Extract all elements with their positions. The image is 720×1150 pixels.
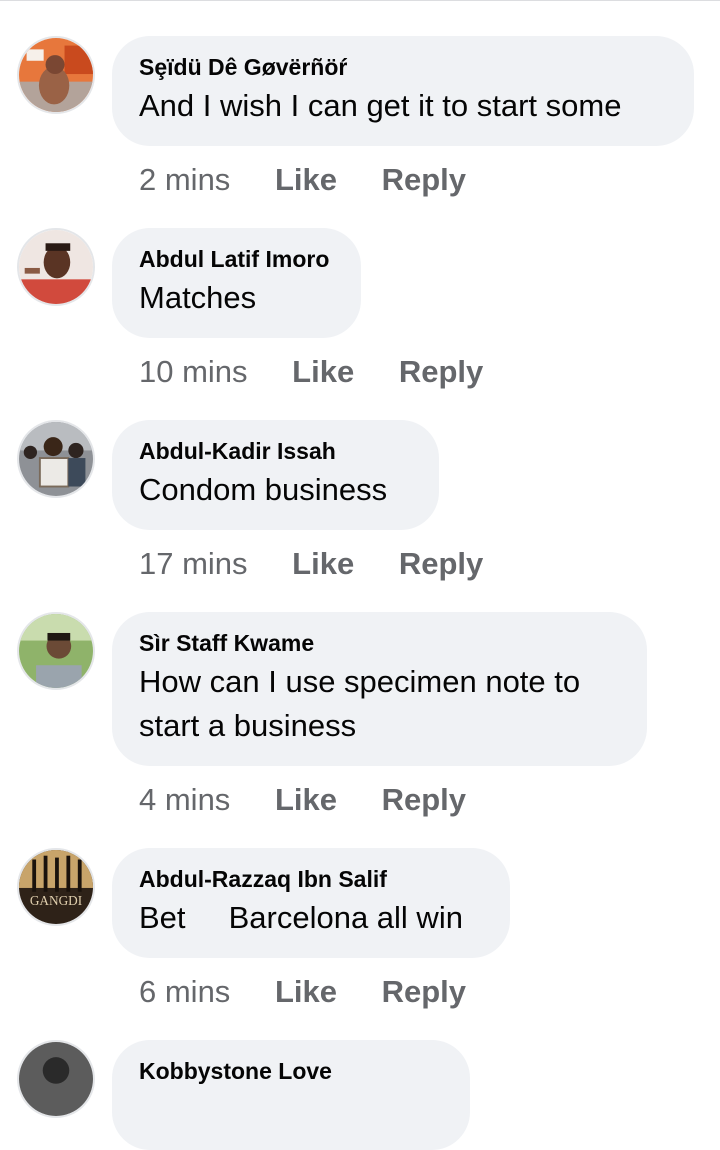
avatar[interactable]	[17, 420, 95, 498]
comment-author[interactable]: Abdul Latif Imoro	[139, 244, 333, 274]
svg-text:GANGDI: GANGDI	[30, 893, 82, 908]
avatar[interactable]	[17, 612, 95, 690]
like-button[interactable]: Like	[275, 162, 337, 198]
comment-timestamp[interactable]: 10 mins	[139, 354, 248, 390]
comment-bubble: Sȩïdü Dê Gøvërñöŕ And I wish I can get i…	[112, 36, 694, 146]
avatar-photo-icon: GANGDI	[19, 850, 93, 924]
avatar[interactable]	[17, 1040, 95, 1118]
like-button[interactable]: Like	[275, 974, 337, 1010]
like-button[interactable]: Like	[292, 354, 354, 390]
comment-meta: 4 mins Like Reply	[139, 782, 466, 818]
avatar-photo-icon	[19, 422, 93, 496]
comment-bubble: Abdul-Razzaq Ibn Salif Bet Barcelona all…	[112, 848, 510, 958]
comment-author[interactable]: Sȩïdü Dê Gøvërñöŕ	[139, 52, 666, 82]
comment-text: Bet Barcelona all win	[139, 900, 463, 935]
reply-button[interactable]: Reply	[399, 546, 483, 582]
comment-bubble: Abdul-Kadir Issah Condom business	[112, 420, 439, 530]
avatar-photo-icon	[19, 230, 93, 304]
comment-text: How can I use specimen note to start a b…	[139, 664, 589, 743]
comment-meta: 10 mins Like Reply	[139, 354, 483, 390]
avatar-photo-icon	[19, 614, 93, 688]
avatar-photo-icon	[19, 38, 93, 112]
comment-author[interactable]: Kobbystone Love	[139, 1056, 442, 1086]
comment-text: Matches	[139, 280, 257, 315]
comment-bubble: Kobbystone Love	[112, 1040, 470, 1150]
comment-bubble: Sìr Staff Kwame How can I use specimen n…	[112, 612, 647, 766]
comment-author[interactable]: Abdul-Razzaq Ibn Salif	[139, 864, 482, 894]
comment-timestamp[interactable]: 4 mins	[139, 782, 230, 818]
reply-button[interactable]: Reply	[382, 162, 466, 198]
comment-meta: 17 mins Like Reply	[139, 546, 483, 582]
like-button[interactable]: Like	[275, 782, 337, 818]
comment-author[interactable]: Abdul-Kadir Issah	[139, 436, 411, 466]
comment-bubble: Abdul Latif Imoro Matches	[112, 228, 361, 338]
avatar-photo-icon	[19, 1042, 93, 1116]
comment-timestamp[interactable]: 6 mins	[139, 974, 230, 1010]
comment-text: Condom business	[139, 472, 388, 507]
comment-text: And I wish I can get it to start some	[139, 88, 622, 123]
avatar[interactable]	[17, 228, 95, 306]
like-button[interactable]: Like	[292, 546, 354, 582]
comment-timestamp[interactable]: 17 mins	[139, 546, 248, 582]
avatar[interactable]	[17, 36, 95, 114]
reply-button[interactable]: Reply	[382, 974, 466, 1010]
comment-meta: 6 mins Like Reply	[139, 974, 466, 1010]
reply-button[interactable]: Reply	[399, 354, 483, 390]
reply-button[interactable]: Reply	[382, 782, 466, 818]
comment-author[interactable]: Sìr Staff Kwame	[139, 628, 619, 658]
avatar[interactable]: GANGDI	[17, 848, 95, 926]
comment-meta: 2 mins Like Reply	[139, 162, 466, 198]
comment-timestamp[interactable]: 2 mins	[139, 162, 230, 198]
top-divider	[0, 0, 720, 1]
